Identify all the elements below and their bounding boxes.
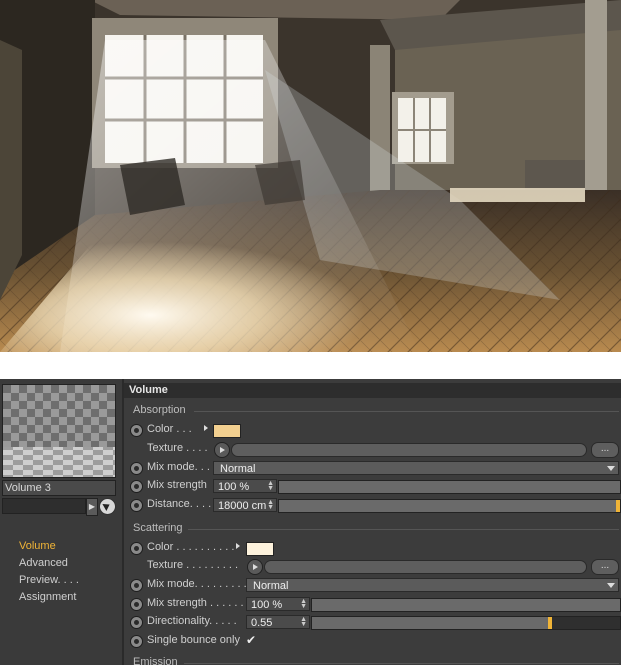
slider-fill (312, 617, 552, 629)
scattering-color-row: Color . . . . . . . . . . (130, 540, 620, 557)
spinner-arrows-icon[interactable]: ▲ ▼ (300, 598, 307, 610)
animate-radio-icon[interactable] (130, 542, 143, 555)
animate-radio-icon[interactable] (130, 635, 143, 648)
emission-divider (184, 663, 619, 664)
spinner-arrows-icon[interactable]: ▲ ▼ (267, 499, 274, 511)
scattering-mixstrength-row: Mix strength . . . . . . 100 % ▲ ▼ (130, 596, 621, 613)
absorption-distance-value: 18000 cm (218, 500, 267, 512)
scattering-mixstrength-slider[interactable] (311, 598, 621, 612)
scattering-mixmode-dropdown[interactable]: Normal (246, 578, 619, 592)
nav-assignment[interactable]: Assignment (19, 591, 76, 603)
scattering-mixmode-label: Mix mode. . . . . . . . . (147, 578, 247, 590)
nav-volume[interactable]: Volume (19, 540, 56, 552)
render-preview-image (0, 0, 621, 352)
absorption-mixstrength-label: Mix strength (147, 479, 207, 491)
absorption-mixmode-label: Mix mode. . . . (147, 461, 217, 473)
absorption-section-title: Absorption (133, 404, 186, 416)
scattering-directionality-input[interactable]: 0.55 ▲ ▼ (246, 615, 310, 629)
absorption-distance-slider[interactable] (278, 499, 621, 513)
animate-radio-icon[interactable] (130, 499, 143, 512)
volume-header: Volume (124, 383, 621, 398)
scattering-texture-slot[interactable] (264, 560, 587, 574)
texture-play-icon[interactable] (247, 559, 263, 575)
chevron-down-icon (607, 583, 615, 588)
single-bounce-label: Single bounce only (147, 634, 240, 646)
material-preview-thumbnail (2, 384, 116, 478)
material-layer-field[interactable] (2, 498, 86, 514)
animate-radio-icon[interactable] (130, 598, 143, 611)
scattering-texture-row: Texture . . . . . . . . . ... (130, 558, 620, 575)
nav-advanced[interactable]: Advanced (19, 557, 68, 569)
scattering-color-swatch[interactable] (246, 542, 274, 556)
absorption-distance-input[interactable]: 18000 cm ▲ ▼ (213, 498, 277, 512)
absorption-color-row: Color . . . (130, 422, 620, 439)
absorption-texture-label: Texture . . . . (147, 442, 208, 454)
animate-radio-icon[interactable] (130, 480, 143, 493)
scattering-directionality-row: Directionality. . . . . 0.55 ▲ ▼ (130, 614, 621, 631)
scattering-mixstrength-value: 100 % (251, 599, 283, 611)
animate-radio-icon[interactable] (130, 462, 143, 475)
absorption-mixstrength-slider[interactable] (278, 480, 621, 494)
scattering-directionality-label: Directionality. . . . . (147, 615, 237, 627)
animate-radio-icon[interactable] (130, 579, 143, 592)
animate-radio-icon[interactable] (130, 616, 143, 629)
animate-radio-icon[interactable] (130, 424, 143, 437)
absorption-texture-row: Texture . . . . ... (130, 441, 620, 458)
absorption-mixmode-dropdown[interactable]: Normal (213, 461, 619, 475)
material-menu-arrow-icon[interactable]: ▶ (86, 498, 98, 516)
scattering-section-title: Scattering (133, 522, 183, 534)
slider-fill (279, 500, 620, 512)
absorption-mixstrength-row: Mix strength 100 % ▲ ▼ (130, 478, 621, 495)
slider-handle[interactable] (548, 617, 552, 629)
absorption-mixmode-value: Normal (220, 463, 256, 475)
scattering-texture-label: Texture . . . . . . . . . (147, 559, 239, 571)
volume-settings: Volume Absorption Color . . . Texture . … (124, 379, 621, 665)
scattering-directionality-slider[interactable] (311, 616, 621, 630)
expand-arrow-icon[interactable] (236, 543, 240, 549)
scattering-color-label: Color . . . . . . . . . . (147, 541, 235, 553)
material-editor-panel: Volume 3 ▶ Volume Advanced Preview. . . … (0, 379, 621, 665)
nav-preview[interactable]: Preview. . . . (19, 574, 79, 586)
absorption-distance-row: Distance. . . . 18000 cm ▲ ▼ (130, 497, 621, 514)
scattering-divider (188, 529, 619, 530)
absorption-color-swatch[interactable] (213, 424, 241, 438)
spinner-arrows-icon[interactable]: ▲ ▼ (300, 616, 307, 628)
single-bounce-checkbox[interactable]: ✔ (246, 634, 259, 647)
single-bounce-row: Single bounce only ✔ (130, 633, 620, 650)
scattering-mixstrength-label: Mix strength . . . . . . (147, 597, 244, 609)
absorption-color-label: Color . . . (147, 423, 192, 435)
pick-cursor-icon[interactable] (99, 498, 116, 515)
expand-arrow-icon[interactable] (204, 425, 208, 431)
absorption-mixstrength-value: 100 % (218, 481, 250, 493)
absorption-texture-browse-button[interactable]: ... (591, 442, 619, 458)
scattering-mixmode-row: Mix mode. . . . . . . . . Normal (130, 577, 620, 594)
material-sidebar: Volume 3 ▶ Volume Advanced Preview. . . … (0, 379, 124, 665)
absorption-distance-label: Distance. . . . (147, 498, 212, 510)
spinner-arrows-icon[interactable]: ▲ ▼ (267, 480, 274, 492)
chevron-down-icon (607, 466, 615, 471)
absorption-mixmode-row: Mix mode. . . . Normal (130, 460, 620, 477)
scattering-mixmode-value: Normal (253, 580, 289, 592)
slider-fill (279, 481, 620, 493)
texture-play-icon[interactable] (214, 442, 230, 458)
absorption-divider (194, 411, 619, 412)
scattering-directionality-value: 0.55 (251, 617, 273, 629)
scattering-texture-browse-button[interactable]: ... (591, 559, 619, 575)
absorption-mixstrength-input[interactable]: 100 % ▲ ▼ (213, 479, 277, 493)
scattering-mixstrength-input[interactable]: 100 % ▲ ▼ (246, 597, 310, 611)
absorption-texture-slot[interactable] (231, 443, 587, 457)
emission-section-title: Emission (133, 656, 178, 665)
material-name-field[interactable]: Volume 3 (2, 480, 116, 496)
slider-handle[interactable] (616, 500, 620, 512)
slider-fill (312, 599, 620, 611)
